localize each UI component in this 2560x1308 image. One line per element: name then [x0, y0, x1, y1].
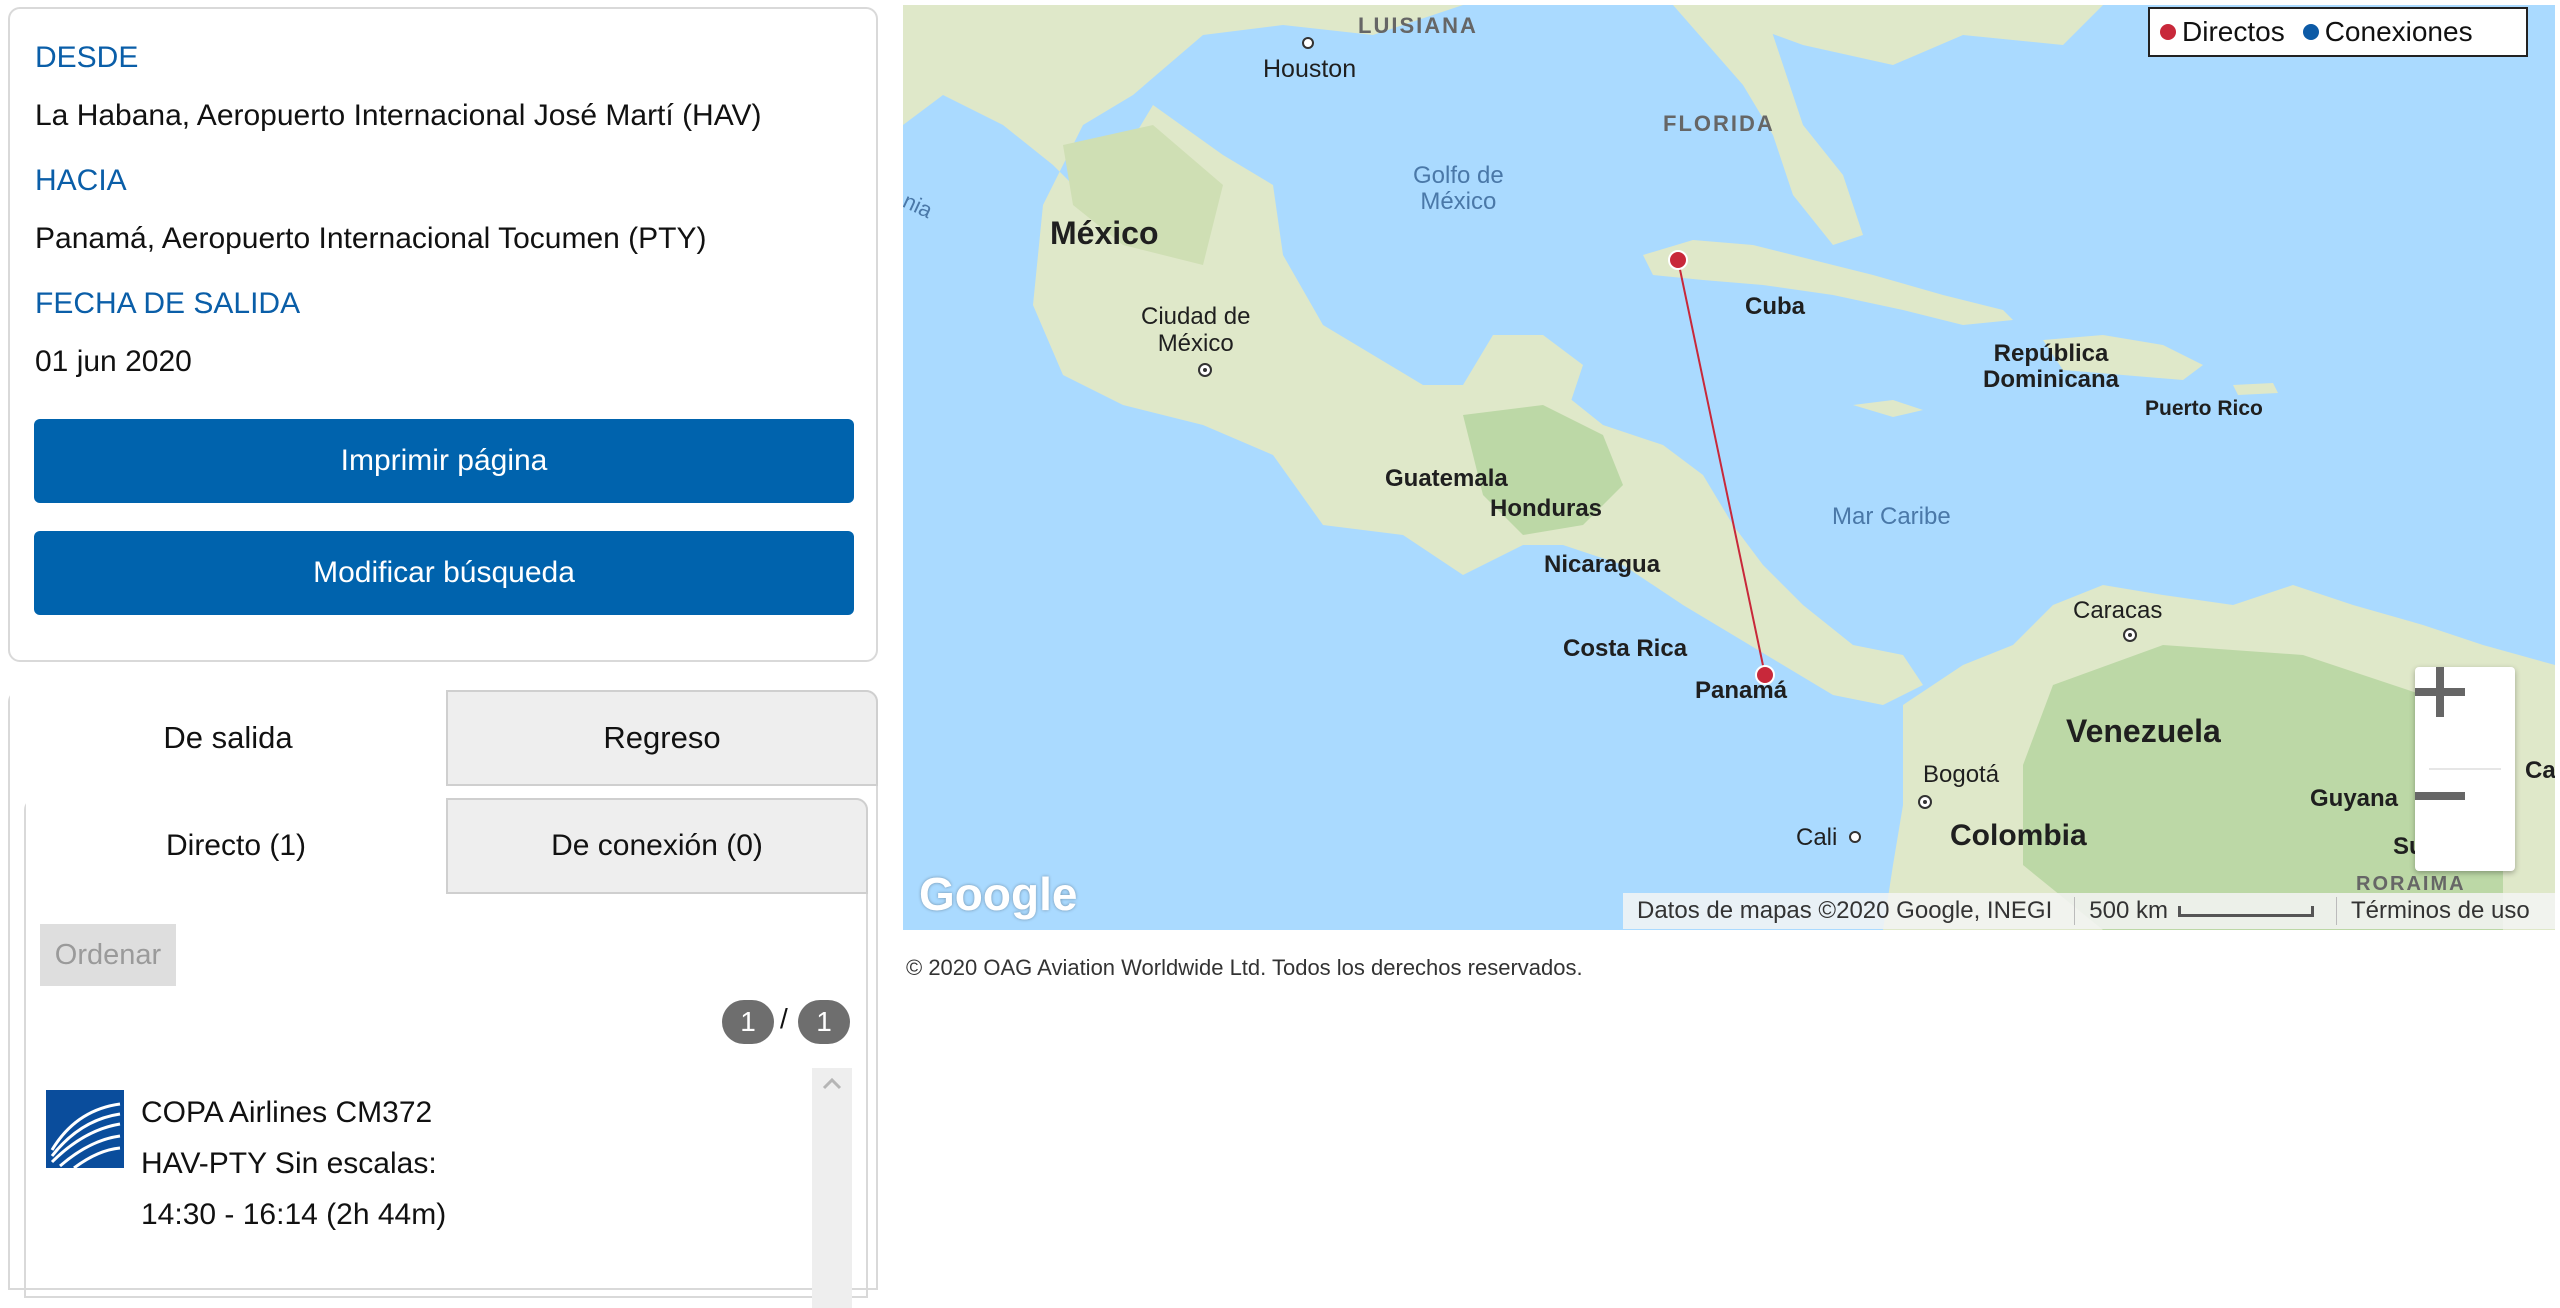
footer-copyright: © 2020 OAG Aviation Worldwide Ltd. Todos… — [906, 955, 1583, 980]
results-scrollbar[interactable] — [812, 1068, 852, 1308]
map-legend: Directos Conexiones — [2148, 7, 2528, 57]
from-label: DESDE — [35, 41, 139, 74]
to-value: Panamá, Aeropuerto Internacional Tocumen… — [35, 222, 707, 255]
map-label-venezuela: Venezuela — [2066, 713, 2221, 749]
zoom-in-button[interactable] — [2415, 667, 2515, 767]
zoom-out-button[interactable] — [2415, 771, 2515, 871]
tab-return[interactable]: Regreso — [446, 690, 878, 786]
zoom-control — [2415, 667, 2515, 871]
map-label-luisiana: LUISIANA — [1358, 13, 1478, 38]
map-label-costa-rica: Costa Rica — [1563, 635, 1688, 662]
scale-bar-icon — [2177, 905, 2314, 917]
route-map[interactable]: LUISIANA Houston FLORIDA Golfo de México… — [903, 5, 2555, 930]
date-label: FECHA DE SALIDA — [35, 287, 301, 320]
search-summary-card: DESDE La Habana, Aeropuerto Internaciona… — [8, 7, 878, 662]
page-current: 1 — [722, 1000, 774, 1044]
map-scale-label[interactable]: 500 km — [2074, 897, 2168, 925]
results-subpanel: Directo (1) De conexión (0) Ordenar 1 / … — [24, 798, 868, 1308]
date-value: 01 jun 2020 — [35, 345, 192, 378]
copa-logo-icon — [46, 1090, 124, 1170]
connection-dot-icon — [2302, 24, 2319, 40]
map-label-cali: Cali — [1796, 824, 1838, 851]
origin-marker[interactable] — [1668, 250, 1688, 270]
flight-times: 14:30 - 16:14 (2h 44m) — [141, 1198, 447, 1231]
legend-direct: Directos — [2182, 16, 2285, 47]
flight-route: HAV-PTY Sin escalas: — [141, 1147, 437, 1180]
direct-dot-icon — [2160, 24, 2176, 40]
legend-connections: Conexiones — [2324, 16, 2473, 47]
map-label-mar-caribe: Mar Caribe — [1832, 503, 1951, 530]
map-label-bogota: Bogotá — [1923, 761, 2000, 788]
map-label-puerto-rico: Puerto Rico — [2145, 397, 2263, 420]
map-label-mexico: México — [1050, 215, 1159, 251]
to-label: HACIA — [35, 164, 127, 197]
google-logo[interactable]: Google — [919, 867, 1077, 921]
map-label-honduras: Honduras — [1490, 495, 1603, 522]
map-attribution: Datos de mapas ©2020 Google, INEGI — [1637, 897, 2053, 924]
page-separator: / — [780, 1003, 788, 1034]
modify-search-button[interactable]: Modificar búsqueda — [34, 531, 854, 615]
order-button[interactable]: Ordenar — [40, 924, 176, 986]
results-panel: De salida Regreso Directo (1) De conexió… — [8, 690, 878, 1308]
tab-departure[interactable]: De salida — [10, 690, 446, 786]
map-label-golfo: Golfo de México — [1413, 162, 1504, 215]
tab-connections[interactable]: De conexión (0) — [446, 798, 868, 894]
minus-icon — [2415, 792, 2465, 800]
map-label-florida: FLORIDA — [1663, 111, 1775, 136]
map-label-ciudad-mexico: Ciudad de México — [1141, 303, 1251, 357]
flight-airline: COPA Airlines CM372 — [141, 1096, 433, 1129]
map-attribution-bar: Datos de mapas ©2020 Google, INEGI 500 k… — [1623, 893, 2555, 929]
map-label-cay: Cay — [2525, 757, 2555, 784]
map-terrain — [903, 5, 2555, 930]
map-label-colombia: Colombia — [1950, 819, 2087, 852]
map-label-houston: Houston — [1263, 55, 1357, 83]
map-label-nicaragua: Nicaragua — [1544, 551, 1661, 578]
print-button[interactable]: Imprimir página — [34, 419, 854, 503]
tab-direct[interactable]: Directo (1) — [26, 798, 446, 894]
map-label-cuba: Cuba — [1745, 293, 1805, 320]
map-label-caracas: Caracas — [2073, 597, 2163, 624]
map-terms-link[interactable]: Términos de uso — [2335, 897, 2530, 925]
page-total: 1 — [798, 1000, 850, 1044]
scroll-up-icon[interactable] — [812, 1068, 852, 1098]
map-label-republica-dominicana: República Dominicana — [1983, 340, 2120, 393]
map-label-guyana: Guyana — [2310, 785, 2399, 812]
map-label-panama: Panamá — [1695, 677, 1788, 704]
plus-icon — [2415, 667, 2465, 717]
map-label-guatemala: Guatemala — [1385, 465, 1508, 492]
from-value: La Habana, Aeropuerto Internacional José… — [35, 99, 762, 132]
